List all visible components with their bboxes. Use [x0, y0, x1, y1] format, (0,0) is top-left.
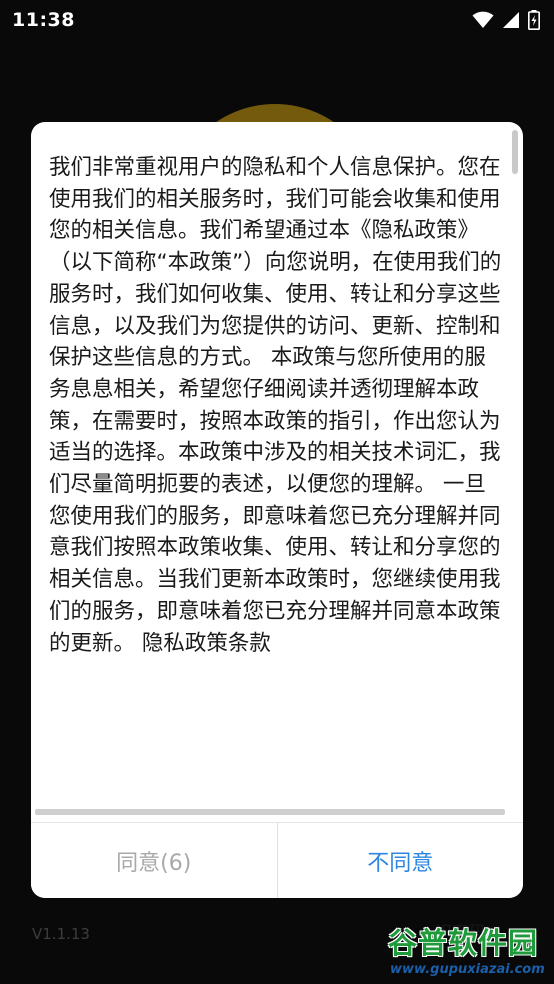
watermark-logo: 谷普软件园 [388, 926, 539, 960]
status-icons [472, 10, 540, 30]
disagree-button[interactable]: 不同意 [276, 823, 524, 898]
policy-scroll-area[interactable]: 我们非常重视用户的隐私和个人信息保护。您在使用我们的相关服务时，我们可能会收集和… [31, 122, 523, 822]
dialog-footer: 同意(6) 不同意 [31, 822, 523, 898]
status-time: 11:38 [12, 9, 75, 31]
agree-button[interactable]: 同意(6) [31, 823, 277, 898]
vertical-scrollbar[interactable] [512, 130, 518, 174]
battery-charging-icon [528, 10, 540, 30]
site-watermark: 谷普软件园 www.gupuxiazai.com [386, 920, 552, 982]
status-bar: 11:38 [0, 0, 554, 40]
screen: V1.1.13 …识密码 11:38 我们非常重视用户的隐私和个人信息保护。您在… [0, 0, 554, 984]
signal-icon [502, 11, 520, 29]
wifi-icon [472, 11, 494, 29]
horizontal-scrollbar[interactable] [35, 809, 505, 815]
watermark-url: www.gupuxiazai.com [390, 962, 545, 977]
privacy-policy-dialog: 我们非常重视用户的隐私和个人信息保护。您在使用我们的相关服务时，我们可能会收集和… [31, 122, 523, 898]
policy-text: 我们非常重视用户的隐私和个人信息保护。您在使用我们的相关服务时，我们可能会收集和… [49, 155, 502, 656]
